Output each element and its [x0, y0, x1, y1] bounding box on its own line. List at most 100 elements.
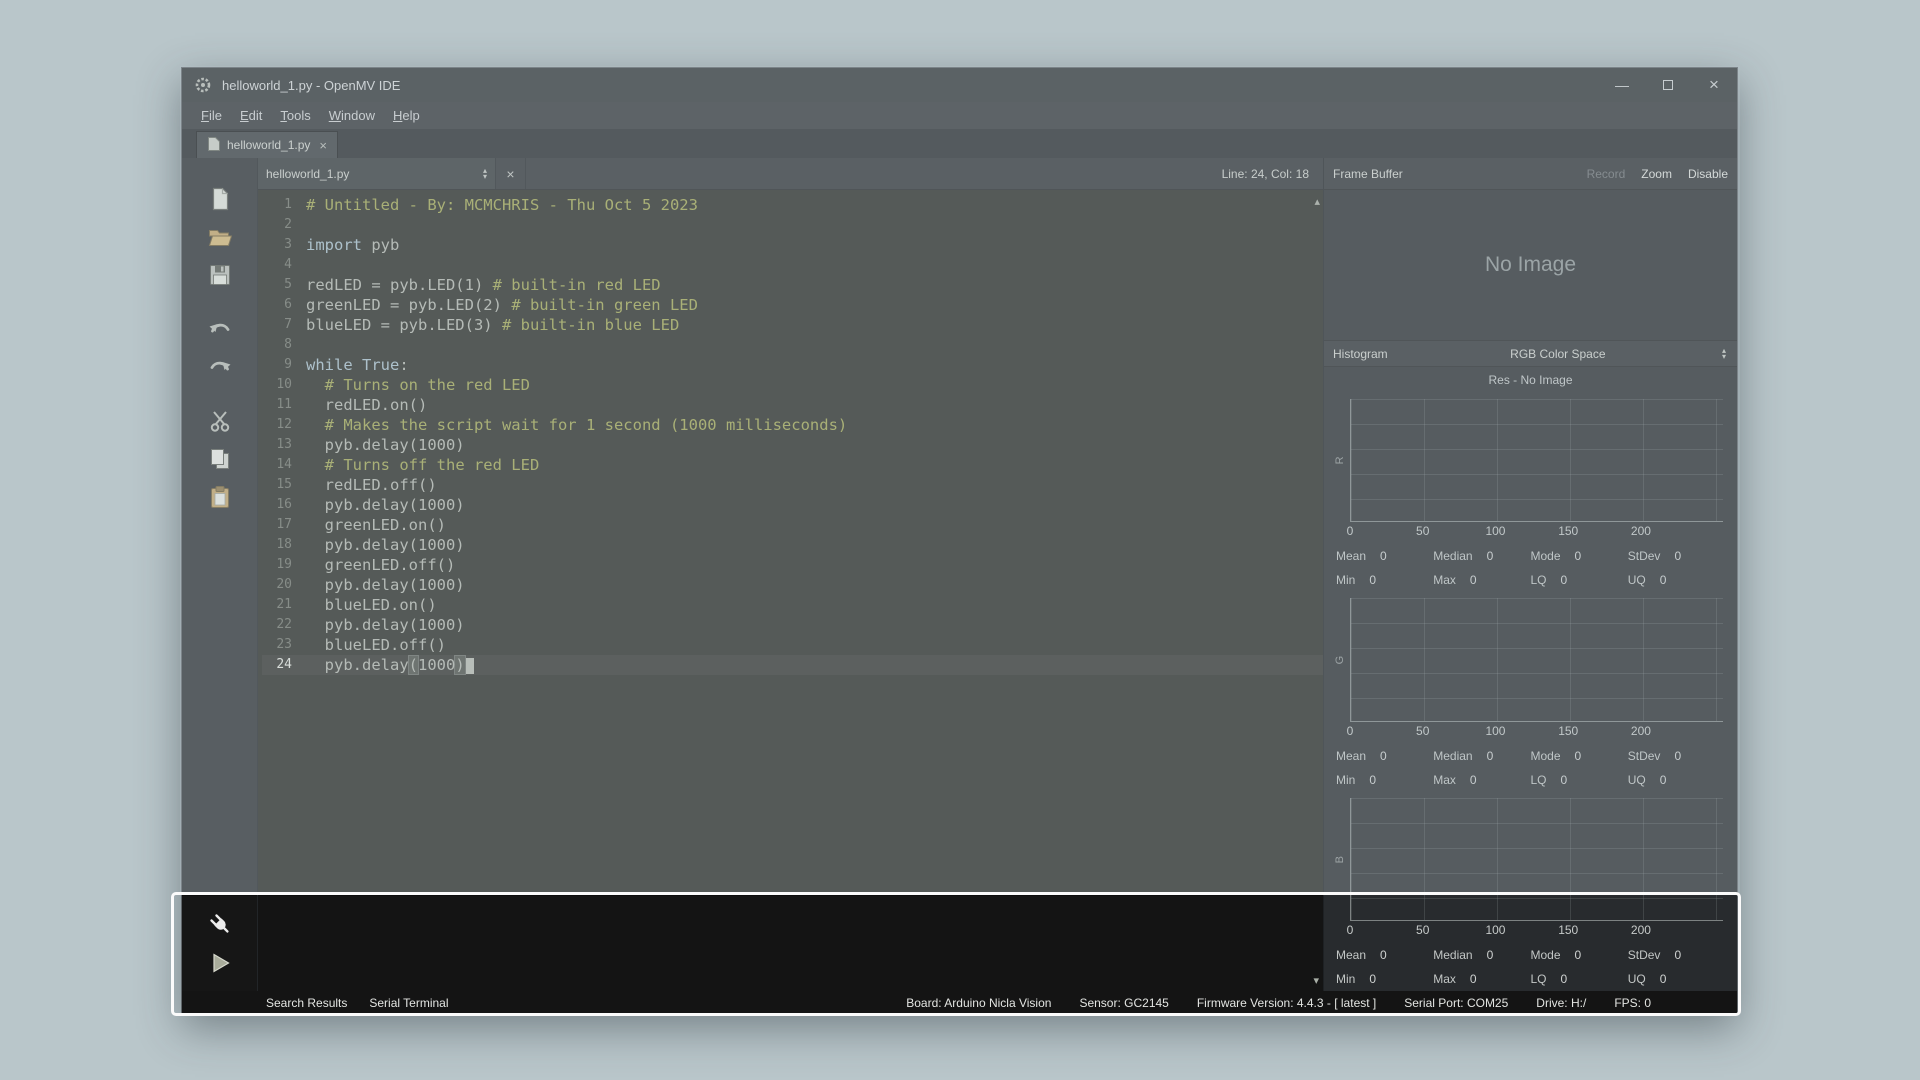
frame-buffer-header: Frame Buffer Record Zoom Disable [1324, 158, 1737, 190]
left-toolbar [182, 158, 258, 991]
stat-label: Max [1433, 573, 1456, 587]
close-button[interactable]: × [1691, 68, 1737, 102]
stat-value: 0 [1660, 972, 1667, 986]
code-line: 19 greenLED.off() [262, 555, 1323, 575]
code-line: 22 pyb.delay(1000) [262, 615, 1323, 635]
chevron-up-down-icon: ▴▾ [1722, 348, 1726, 360]
line-number: 8 [262, 335, 292, 355]
save-icon [207, 262, 233, 288]
tab-helloworld[interactable]: helloworld_1.py × [196, 131, 338, 158]
menu-tools[interactable]: Tools [271, 105, 319, 126]
code-line: 11 redLED.on() [262, 395, 1323, 415]
status-board: Board: Arduino Nicla Vision [906, 996, 1051, 1010]
code-line: 20 pyb.delay(1000) [262, 575, 1323, 595]
document-close-button[interactable]: × [496, 158, 526, 189]
stat-label: Mean [1336, 948, 1366, 962]
editor-tab-bar: helloworld_1.py × [182, 130, 1737, 158]
line-number: 13 [262, 435, 292, 455]
title-bar[interactable]: helloworld_1.py - OpenMV IDE — × [182, 68, 1737, 102]
stat-label: StDev [1628, 549, 1661, 563]
code-line: 8 [262, 335, 1323, 355]
stat-value: 0 [1487, 549, 1494, 563]
x-tick: 0 [1347, 524, 1354, 538]
minimize-icon: — [1615, 77, 1629, 93]
scroll-up-icon[interactable]: ▴ [1314, 192, 1320, 212]
main-content: helloworld_1.py ▴▾ × Line: 24, Col: 18 1… [182, 158, 1737, 991]
stat-value: 0 [1575, 749, 1582, 763]
code-line: 9while True: [262, 355, 1323, 375]
color-space-value: RGB Color Space [1510, 347, 1605, 361]
line-number: 15 [262, 475, 292, 495]
minimize-button[interactable]: — [1599, 68, 1645, 102]
code-line: 23 blueLED.off() [262, 635, 1323, 655]
status-info: Board: Arduino Nicla Vision Sensor: GC21… [906, 996, 1651, 1010]
menu-window[interactable]: Window [320, 105, 384, 126]
stat-value: 0 [1674, 948, 1681, 962]
new-file-button[interactable] [202, 184, 238, 214]
scroll-down-icon[interactable]: ▾ [1313, 974, 1319, 987]
menu-file[interactable]: File [192, 105, 231, 126]
stat-label: StDev [1628, 948, 1661, 962]
frame-buffer-title: Frame Buffer [1333, 167, 1403, 181]
save-file-button[interactable] [202, 260, 238, 290]
menu-edit[interactable]: Edit [231, 105, 271, 126]
line-number: 12 [262, 415, 292, 435]
copy-button[interactable] [202, 444, 238, 474]
editor-column: helloworld_1.py ▴▾ × Line: 24, Col: 18 1… [258, 158, 1323, 991]
clipboard-icon [207, 484, 233, 510]
stat-value: 0 [1575, 549, 1582, 563]
python-file-icon [207, 137, 220, 154]
channel-axis-label: R [1330, 399, 1350, 522]
code-line: 2 [262, 215, 1323, 235]
code-line: 5redLED = pyb.LED(1) # built-in red LED [262, 275, 1323, 295]
stat-label: UQ [1628, 972, 1646, 986]
tab-search-results[interactable]: Search Results [266, 996, 347, 1010]
code-line: 12 # Makes the script wait for 1 second … [262, 415, 1323, 435]
stat-value: 0 [1674, 749, 1681, 763]
run-script-button[interactable] [202, 948, 238, 978]
document-selector-value: helloworld_1.py [266, 167, 349, 181]
stat-value: 0 [1380, 948, 1387, 962]
code-line: 1# Untitled - By: MCMCHRIS - Thu Oct 5 2… [262, 195, 1323, 215]
document-toolbar: helloworld_1.py ▴▾ × Line: 24, Col: 18 [258, 158, 1323, 190]
status-fps: FPS: 0 [1614, 996, 1651, 1010]
paste-button[interactable] [202, 482, 238, 512]
histogram-plot [1350, 598, 1723, 721]
tab-serial-terminal[interactable]: Serial Terminal [369, 996, 448, 1010]
connect-button[interactable] [202, 909, 238, 939]
histogram-channel-b: B050100150200Mean0Median0Mode0StDev0Min0… [1330, 792, 1731, 991]
histogram-channels: R050100150200Mean0Median0Mode0StDev0Min0… [1324, 393, 1737, 991]
serial-terminal-panel[interactable]: ▾ [258, 895, 1323, 991]
stat-label: Median [1433, 749, 1472, 763]
redo-button[interactable] [202, 352, 238, 382]
stat-value: 0 [1369, 972, 1376, 986]
line-number: 19 [262, 555, 292, 575]
code-editor[interactable]: 1# Untitled - By: MCMCHRIS - Thu Oct 5 2… [258, 190, 1323, 895]
x-tick: 50 [1416, 524, 1429, 538]
stat-label: Mean [1336, 549, 1366, 563]
undo-button[interactable] [202, 314, 238, 344]
line-number: 4 [262, 255, 292, 275]
stat-value: 0 [1660, 773, 1667, 787]
disable-button[interactable]: Disable [1688, 167, 1728, 181]
color-space-select[interactable]: RGB Color Space ▴▾ [1388, 341, 1728, 366]
status-drive: Drive: H:/ [1536, 996, 1586, 1010]
code-line: 24 pyb.delay(1000) [262, 655, 1323, 675]
zoom-button[interactable]: Zoom [1641, 167, 1672, 181]
line-number: 22 [262, 615, 292, 635]
channel-axis-label: B [1330, 798, 1350, 921]
record-button[interactable]: Record [1587, 167, 1626, 181]
redo-icon [207, 354, 233, 380]
menu-help[interactable]: Help [384, 105, 429, 126]
stat-value: 0 [1369, 573, 1376, 587]
document-selector[interactable]: helloworld_1.py ▴▾ [258, 158, 496, 189]
line-number: 7 [262, 315, 292, 335]
stat-label: Median [1433, 948, 1472, 962]
maximize-button[interactable] [1645, 68, 1691, 102]
open-file-button[interactable] [202, 222, 238, 252]
cut-button[interactable] [202, 406, 238, 436]
stat-value: 0 [1487, 749, 1494, 763]
stat-label: Min [1336, 972, 1355, 986]
tab-close-icon[interactable]: × [319, 138, 327, 153]
code-line: 6greenLED = pyb.LED(2) # built-in green … [262, 295, 1323, 315]
